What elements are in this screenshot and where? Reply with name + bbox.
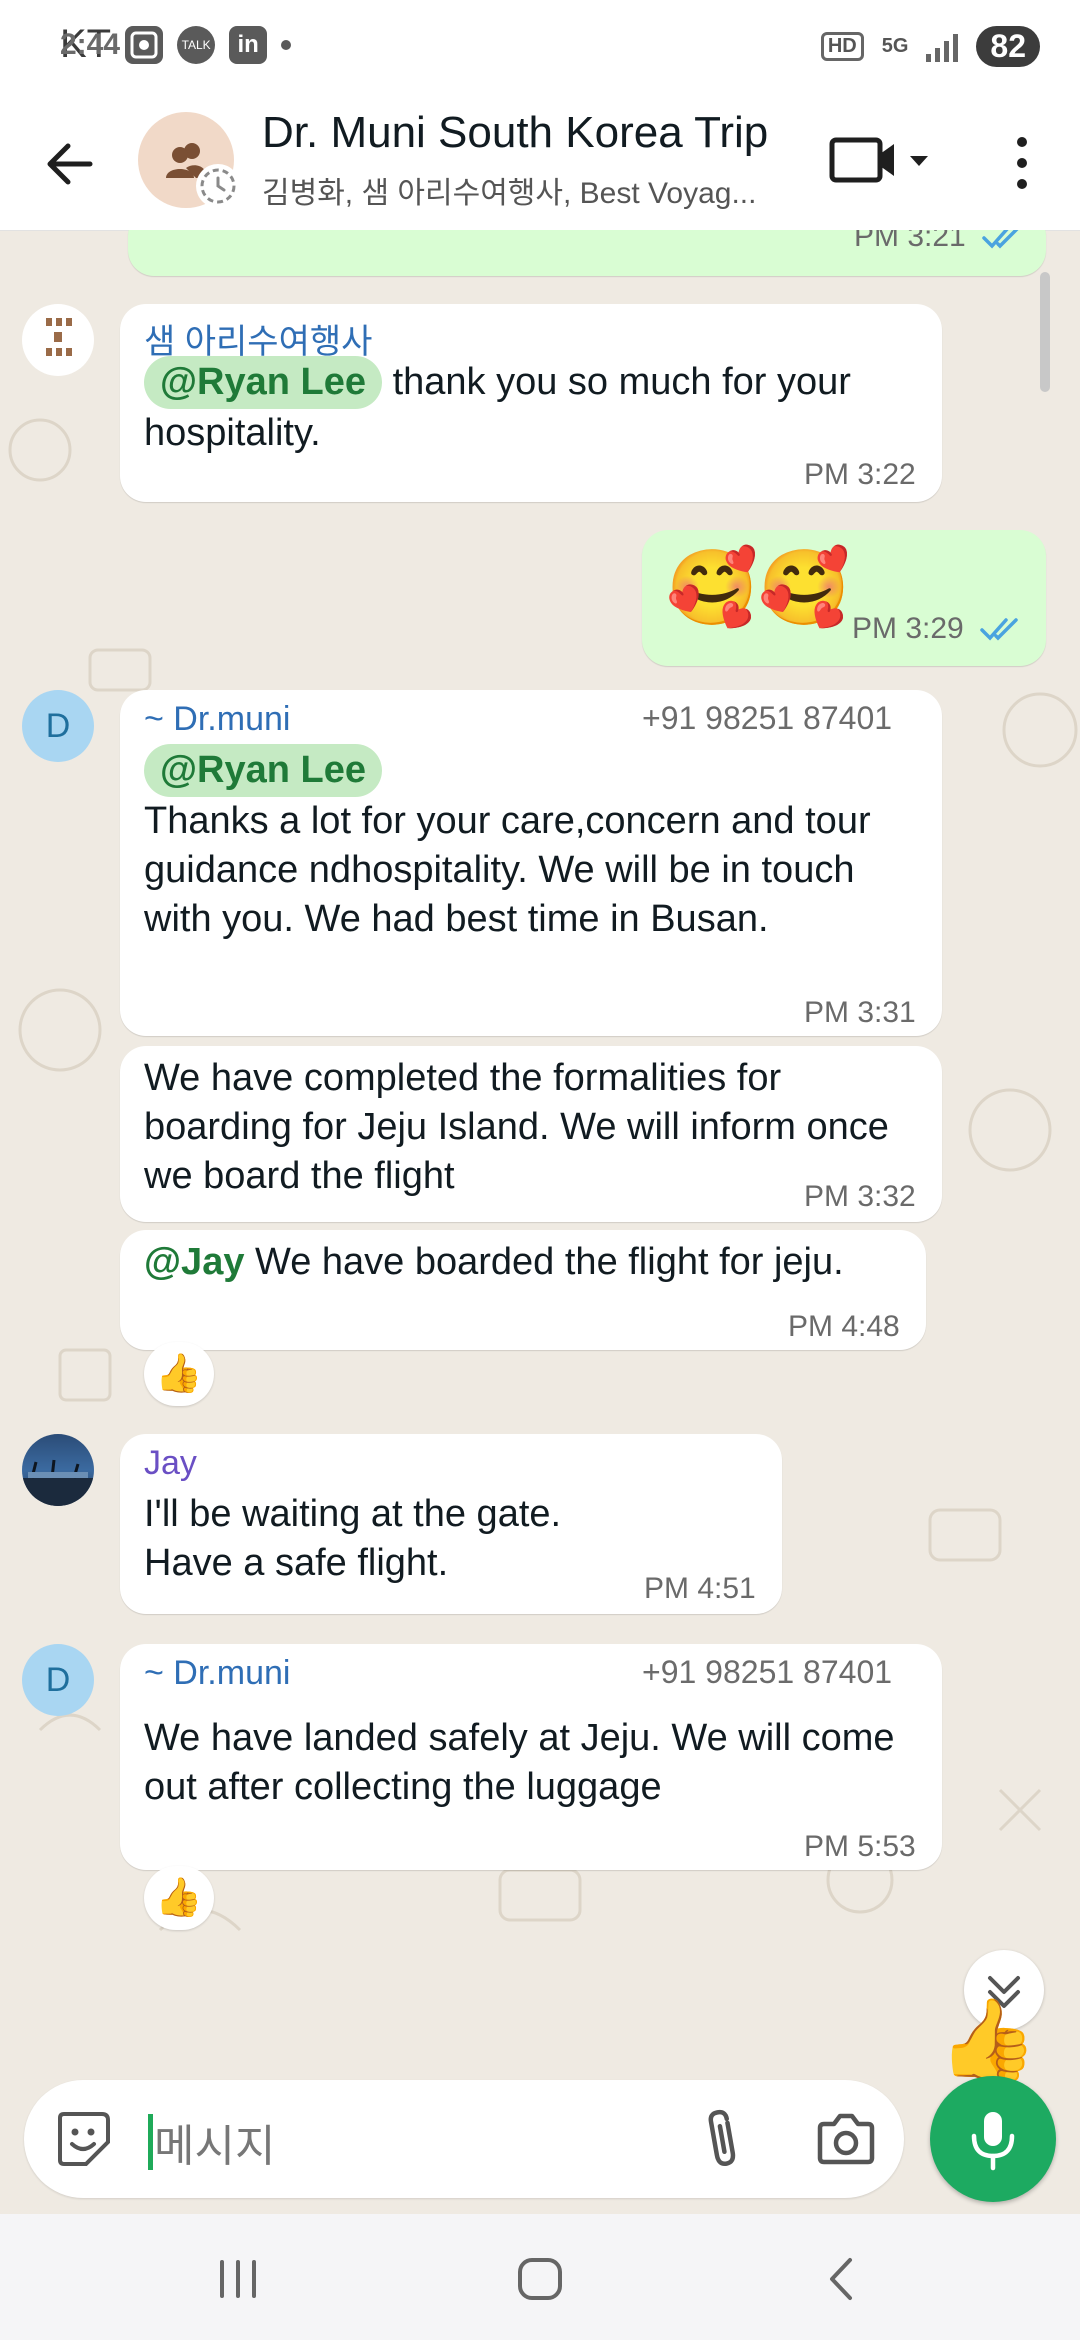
message-bubble-incoming[interactable]: ~ Dr.muni +91 98251 87401 @Ryan Lee Thank… <box>120 690 942 1036</box>
avatar-sam-arisu[interactable] <box>22 304 94 376</box>
kakaotalk-icon: TALK <box>177 25 216 64</box>
microphone-icon <box>971 2112 1015 2171</box>
status-left: KT 2:44 TALK in <box>60 22 292 67</box>
network-type-icon: 5G <box>881 35 909 57</box>
recent-apps-button[interactable] <box>208 2254 268 2304</box>
chat-header: Dr. Muni South Korea Trip 김병화, 샘 아리수여행사,… <box>0 100 1080 231</box>
mention-link[interactable]: @Jay <box>144 1241 244 1283</box>
message-text: We have landed safely at Jeju. We will c… <box>144 1717 895 1808</box>
message-input[interactable]: 메시지 <box>154 2110 275 2174</box>
reaction-thumbs-up[interactable]: 👍 <box>144 1342 214 1406</box>
message-bubble-incoming[interactable]: @Jay We have boarded the flight for jeju… <box>120 1230 926 1350</box>
home-icon <box>518 2258 562 2300</box>
message-time: PM 3:29 <box>852 612 964 645</box>
message-text: @Jay We have boarded the flight for jeju… <box>144 1241 844 1283</box>
scrollbar[interactable] <box>1040 272 1050 392</box>
sender-name: ~ Dr.muni <box>144 700 291 738</box>
chat-participants[interactable]: 김병화, 샘 아리수여행사, Best Voyag... <box>262 168 782 212</box>
read-receipt-icon <box>982 230 1019 249</box>
status-right: HD 5G 82 <box>820 26 1040 67</box>
chat-title[interactable]: Dr. Muni South Korea Trip <box>262 108 768 158</box>
recents-icon <box>220 2260 256 2298</box>
sender-phone: +91 98251 87401 <box>642 700 893 736</box>
sender-name: Jay <box>144 1444 197 1482</box>
linkedin-icon: in <box>229 25 268 64</box>
message-text: We have completed the formalities for bo… <box>144 1057 889 1197</box>
voice-message-button[interactable] <box>930 2076 1056 2202</box>
message-bubble-incoming[interactable]: We have completed the formalities for bo… <box>120 1046 942 1222</box>
text-cursor <box>148 2114 153 2170</box>
message-time: PM 3:31 <box>804 996 916 1029</box>
avatar-dr-muni[interactable]: D <box>22 1644 94 1716</box>
camera-button[interactable] <box>814 2110 878 2168</box>
signal-icon <box>926 32 959 62</box>
more-notifications-dot <box>281 39 292 50</box>
message-time: PM 3:21 <box>854 230 966 253</box>
status-ring-icon <box>196 164 240 208</box>
message-time: PM 3:22 <box>804 458 916 491</box>
system-back-button[interactable] <box>812 2254 872 2304</box>
reaction-thumbs-up[interactable]: 👍 <box>144 1866 214 1930</box>
home-button[interactable] <box>510 2254 570 2304</box>
screenshot-icon <box>125 25 164 64</box>
message-time: PM 3:32 <box>804 1180 916 1213</box>
message-time: PM 4:48 <box>788 1310 900 1343</box>
back-chevron-icon <box>830 2258 852 2300</box>
message-bubble-outgoing[interactable]: 🥰🥰 PM 3:29 <box>642 530 1046 666</box>
mention-chip[interactable]: @Ryan Lee <box>144 356 383 409</box>
message-bubble-outgoing[interactable]: PM 3:21 <box>128 230 1046 276</box>
sticker-button[interactable] <box>52 2108 114 2170</box>
attach-button[interactable] <box>694 2106 750 2172</box>
message-time: PM 4:51 <box>644 1572 756 1605</box>
message-time: PM 5:53 <box>804 1830 916 1863</box>
back-arrow-icon <box>47 143 93 185</box>
more-options-button[interactable] <box>1000 128 1044 198</box>
sticker-icon <box>58 2112 110 2166</box>
message-text: @Ryan Lee thank you so much for your hos… <box>144 356 924 458</box>
avatar-jay[interactable] <box>22 1434 94 1506</box>
message-composer[interactable]: 메시지 <box>24 2080 904 2198</box>
read-receipt-icon <box>980 618 1018 641</box>
status-bar: KT 2:44 TALK in HD 5G 82 <box>0 0 1080 100</box>
message-bubble-incoming[interactable]: ~ Dr.muni +91 98251 87401 We have landed… <box>120 1644 942 1870</box>
camera-icon <box>817 2113 875 2165</box>
sender-phone: +91 98251 87401 <box>642 1654 893 1690</box>
paperclip-icon <box>708 2109 736 2167</box>
floating-reaction-animation: 👍 <box>938 1995 1038 2084</box>
battery-indicator: 82 <box>976 26 1040 67</box>
message-text: I'll be waiting at the gate. Have a safe… <box>144 1493 562 1584</box>
system-navigation-bar <box>0 2214 1080 2340</box>
message-bubble-incoming[interactable]: Jay I'll be waiting at the gate. Have a … <box>120 1434 782 1614</box>
mention-chip[interactable]: @Ryan Lee <box>144 744 383 797</box>
clock: 2:44 <box>60 27 121 61</box>
back-button[interactable] <box>40 134 100 194</box>
message-text: @Ryan Lee Thanks a lot for your care,conc… <box>144 744 914 944</box>
message-bubble-incoming[interactable]: 샘 아리수여행사 @Ryan Lee thank you so much for… <box>120 304 942 502</box>
video-camera-icon <box>829 137 928 183</box>
message-list[interactable]: PM 3:21 샘 아리수여행사 @Ryan Lee thank you so … <box>0 230 1080 2210</box>
avatar-dr-muni[interactable]: D <box>22 690 94 762</box>
video-call-button[interactable] <box>828 130 938 190</box>
sender-name: ~ Dr.muni <box>144 1654 291 1692</box>
more-vert-icon <box>1017 137 1027 189</box>
emoji-message: 🥰🥰 <box>666 546 851 629</box>
hd-voice-icon: HD <box>820 32 864 61</box>
